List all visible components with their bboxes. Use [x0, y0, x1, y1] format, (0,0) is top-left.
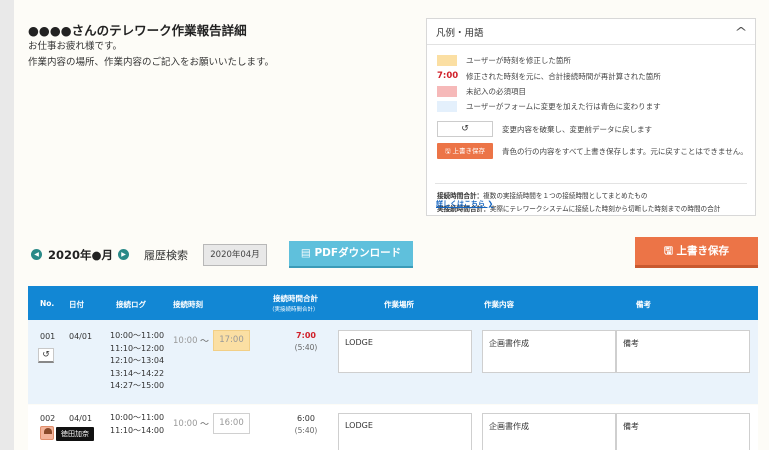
connection-total: 6:00 (5:40) [286, 414, 326, 435]
legend-text: 変更内容を破棄し、変更前データに戻します [502, 124, 652, 134]
start-time: 10:00 [173, 419, 198, 429]
save-button-label: 上書き保存 [676, 245, 730, 257]
col-note: 備考 [636, 300, 651, 309]
connection-total: 7:00 (5:40) [286, 331, 326, 352]
save-icon: 🖫 [663, 245, 677, 257]
report-page: ●●●●さんのテレワーク作業報告詳細 お仕事お疲れ様です。 作業内容の場所、作業… [14, 0, 769, 450]
actual-time: (5:40) [294, 343, 318, 352]
details-link[interactable]: 詳しくはこちら ❯ [436, 199, 493, 209]
work-place-field[interactable]: LODGE [338, 413, 472, 450]
chevron-left-icon[interactable]: ◀ [31, 249, 42, 260]
log-entry: 11:10～12:00 [110, 343, 165, 353]
pdf-icon: ▤ [300, 247, 315, 259]
legend-title: 凡例・用語 [436, 27, 484, 39]
col-log: 接続ログ [116, 300, 146, 309]
log-entry: 10:00～11:00 [110, 413, 165, 422]
undo-icon: ↺ [437, 121, 493, 137]
table-header: No. 日付 接続ログ 接続時刻 接続時間合計 （実接続時間合計） 作業場所 作… [28, 286, 758, 320]
row-date: 04/01 [69, 414, 93, 423]
start-time: 10:00 [173, 336, 198, 346]
connection-log: 10:00～11:00 11:10～12:00 12:10～13:04 13:1… [110, 330, 164, 393]
avatar[interactable] [40, 426, 54, 440]
row-date: 04/01 [69, 332, 93, 341]
connection-log: 10:00～11:00 11:10～14:00 [110, 412, 164, 437]
actual-time: (5:40) [294, 426, 318, 435]
legend-text: 修正された時刻を元に、合計接続時間が再計算された箇所 [466, 72, 661, 81]
log-entry: 12:10～13:04 [110, 356, 165, 366]
legend-item: 7:00 修正された時刻を元に、合計接続時間が再計算された箇所 [437, 71, 661, 82]
greeting-text: お仕事お疲れ様です。 作業内容の場所、作業内容のご記入をお願いいたします。 [28, 39, 274, 70]
time-separator: ～ [200, 337, 210, 347]
note-field[interactable]: 備考 [616, 413, 750, 450]
work-content-field[interactable]: 企画書作成 [482, 330, 616, 373]
legend-key-changed-row [437, 101, 457, 112]
legend-item: ↺ 変更内容を破棄し、変更前データに戻します [437, 121, 652, 137]
chevron-up-icon[interactable]: ^ [734, 25, 747, 39]
log-entry: 10:00～11:00 [110, 331, 165, 340]
history-month-select[interactable]: 2020年04月 [203, 244, 267, 266]
legend-panel: 凡例・用語 ^ ユーザーが時刻を修正した箇所 7:00 修正された時刻を元に、合… [426, 18, 756, 216]
history-search-label: 履歴検索 [144, 249, 188, 262]
legend-key-required [437, 86, 457, 97]
legend-save-key: 🖫 上書き保存 [437, 143, 493, 159]
col-total-sub: （実接続時間合計） [269, 307, 319, 313]
greeting-line: お仕事お疲れ様です。 [28, 41, 123, 52]
table-row: 001 ↺ 04/01 10:00～11:00 11:10～12:00 12:1… [28, 320, 758, 404]
legend-text: 青色の行の内容をすべて上書き保存します。元に戻すことはできません。 [502, 146, 748, 156]
col-place: 作業場所 [384, 300, 414, 309]
definition-text: 実際にテレワークシステムに接続した時刻から切断した時刻までの時間の合計 [489, 205, 721, 213]
greeting-line: 作業内容の場所、作業内容のご記入をお願いいたします。 [28, 56, 275, 68]
col-no: No. [40, 299, 55, 308]
end-time-input[interactable]: 17:00 [213, 330, 250, 351]
work-place-field[interactable]: LODGE [338, 330, 472, 373]
col-time: 接続時刻 [173, 300, 203, 309]
pdf-download-button[interactable]: ▤ PDFダウンロード [289, 241, 413, 268]
undo-icon[interactable]: ↺ [38, 348, 54, 363]
time-separator: ～ [200, 420, 210, 430]
pdf-download-label: PDFダウンロード [314, 247, 402, 259]
legend-text: 未記入の必須項目 [466, 87, 526, 96]
chevron-right-icon[interactable]: ▶ [118, 249, 129, 260]
legend-item: ユーザーがフォームに変更を加えた行は青色に変わります [437, 101, 661, 112]
legend-key-recalculated: 7:00 [437, 71, 459, 81]
col-total: 接続時間合計 [273, 294, 318, 303]
legend-item: 未記入の必須項目 [437, 86, 526, 97]
col-content: 作業内容 [484, 300, 514, 309]
row-no: 001 [40, 332, 56, 341]
total-time: 7:00 [296, 331, 316, 340]
month-label: 2020年●月 [48, 248, 114, 262]
definition-text: 複数の実接続時間を１つの接続時間としてまとめたもの [483, 192, 648, 200]
log-entry: 11:10～14:00 [110, 425, 165, 435]
col-date: 日付 [69, 300, 84, 309]
log-entry: 14:27～15:00 [110, 381, 165, 391]
note-field[interactable]: 備考 [616, 330, 750, 373]
page-title: ●●●●さんのテレワーク作業報告詳細 [28, 23, 247, 38]
legend-text: ユーザーがフォームに変更を加えた行は青色に変わります [466, 102, 661, 111]
total-time: 6:00 [297, 414, 315, 423]
work-content-field[interactable]: 企画書作成 [482, 413, 616, 450]
divider [435, 183, 747, 184]
legend-item: 🖫 上書き保存 青色の行の内容をすべて上書き保存します。元に戻すことはできません… [437, 143, 748, 159]
legend-text: ユーザーが時刻を修正した箇所 [466, 56, 571, 65]
row-no: 002 [40, 414, 56, 423]
legend-save-key-label: 上書き保存 [452, 147, 486, 155]
table-row: 002 徳田加奈 04/01 10:00～11:00 11:10～14:00 1… [28, 405, 758, 450]
end-time-input[interactable]: 16:00 [213, 413, 250, 434]
legend-key-modified-time [437, 55, 457, 66]
legend-item: ユーザーが時刻を修正した箇所 [437, 55, 571, 66]
save-button[interactable]: 🖫 上書き保存 [635, 237, 758, 268]
log-entry: 13:14～14:22 [110, 368, 165, 378]
legend-header[interactable]: 凡例・用語 ^ [427, 19, 755, 45]
avatar-tooltip: 徳田加奈 [56, 427, 94, 441]
